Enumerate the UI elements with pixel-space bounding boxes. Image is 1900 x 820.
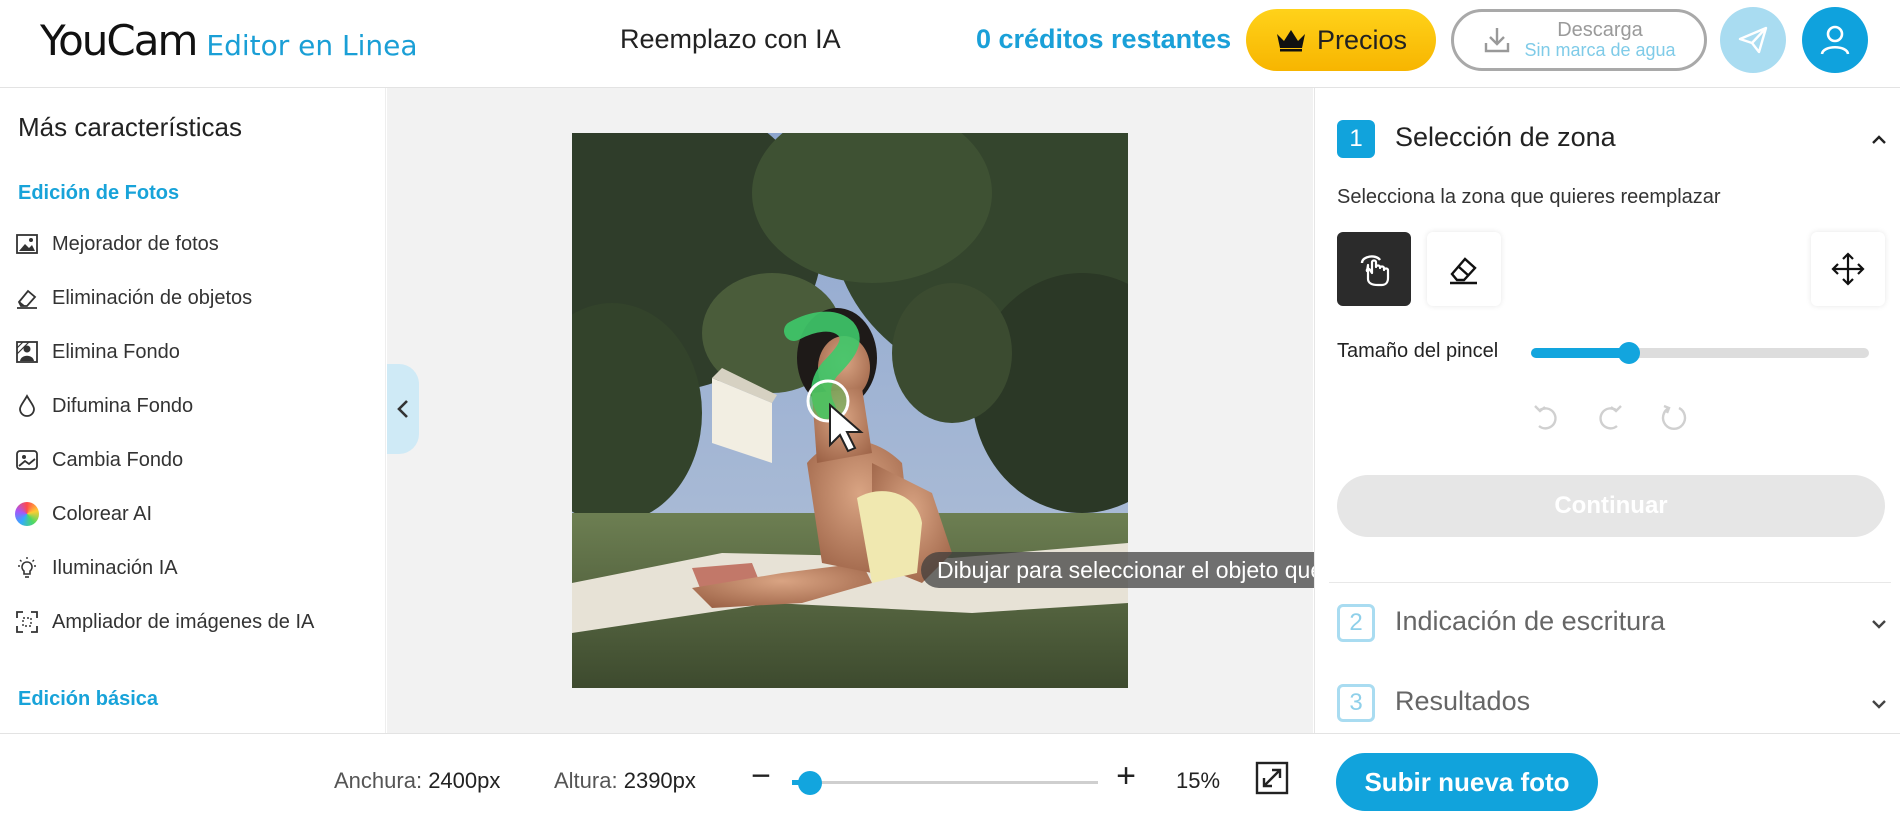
crown-icon [1276,30,1305,52]
share-button[interactable] [1720,7,1786,73]
step-1-title[interactable]: Selección de zona [1395,122,1616,153]
step-3-title[interactable]: Resultados [1395,686,1530,717]
sidebar-item-label: Mejorador de fotos [52,232,219,255]
width-value: 2400px [428,768,501,793]
sidebar-item-colorize-ai[interactable]: Colorear AI [14,494,374,534]
zoom-handle[interactable] [798,771,823,795]
chevron-down-icon[interactable] [1869,694,1889,714]
chevron-up-icon[interactable] [1869,130,1889,150]
features-sidebar: Más características Edición de Fotos Mej… [0,88,386,733]
step-1-subtitle: Selecciona la zona que quieres reemplaza… [1337,186,1721,208]
section-basic-editing: Edición básica [18,688,159,710]
expand-icon [1255,761,1289,795]
move-tool-button[interactable] [1811,232,1885,306]
upload-new-photo-button[interactable]: Subir nueva foto [1336,753,1598,811]
sidebar-item-ai-upscaler[interactable]: Ampliador de imágenes de IA [14,602,374,642]
sidebar-item-blur-background[interactable]: Difumina Fondo [14,386,374,426]
sidebar-heading: Más características [18,112,242,142]
step-2-title[interactable]: Indicación de escritura [1395,606,1665,637]
width-label: Anchura: [334,768,423,793]
sidebar-item-change-background[interactable]: Cambia Fondo [14,440,374,480]
sidebar-item-label: Ampliador de imágenes de IA [52,610,315,633]
sidebar-item-label: Iluminación IA [52,556,178,579]
sidebar-item-remove-background[interactable]: Elimina Fondo [14,332,374,372]
sidebar-item-object-removal[interactable]: Eliminación de objetos [14,278,374,318]
undo-button[interactable] [1529,400,1563,434]
editor-canvas: Dibujar para seleccionar el objeto que d… [387,88,1494,733]
pricing-label: Precios [1316,24,1408,55]
sidebar-item-label: Eliminación de objetos [52,286,253,309]
sidebar-item-label: Elimina Fondo [52,340,180,363]
brush-size-label: Tamaño del pincel [1337,340,1499,362]
zoom-slider[interactable] [792,771,1098,795]
photo-image [572,133,1128,688]
blur-drop-icon [14,393,40,419]
brush-size-handle[interactable] [1618,342,1641,364]
undo-icon [1534,405,1557,430]
user-icon [1820,25,1850,55]
sidebar-item-label: Cambia Fondo [52,448,184,471]
pricing-button[interactable]: Precios [1246,9,1436,71]
download-label: Descarga [1557,19,1643,42]
paper-plane-icon [1738,26,1768,54]
photo-enhance-icon [14,231,40,257]
download-button[interactable]: Descarga Sin marca de agua [1451,9,1707,71]
brush-size-fill [1531,348,1630,358]
change-background-icon [14,447,40,473]
brush-hand-icon [1360,255,1390,287]
replace-panel: 1 Selección de zona Selecciona la zona q… [1314,88,1900,733]
zoom-out-button[interactable]: − [744,756,778,796]
height-label: Altura: [554,768,618,793]
remove-background-icon [14,339,40,365]
download-text: Descarga Sin marca de agua [1524,20,1675,60]
panel-divider [1329,582,1891,583]
step-3-number: 3 [1337,684,1375,722]
download-sublabel: Sin marca de agua [1524,40,1676,61]
sidebar-item-ai-lighting[interactable]: Iluminación IA [14,548,374,588]
logo-subtitle: Editor en Linea [206,29,418,62]
top-header: YouCam Editor en Linea Reemplazo con IA … [0,0,1900,88]
brush-tool-button[interactable] [1337,232,1411,306]
zoom-in-button[interactable]: + [1109,756,1143,796]
photo-canvas[interactable] [572,133,1128,688]
eraser-tool-button[interactable] [1427,232,1501,306]
image-width: Anchura: 2400px [334,768,500,794]
move-arrows-icon [1831,252,1865,286]
step-1-number: 1 [1337,120,1375,158]
redo-button[interactable] [1593,400,1627,434]
zoom-percentage: 15% [1176,768,1221,793]
sidebar-item-label: Difumina Fondo [52,394,194,417]
credits-remaining[interactable]: 0 créditos restantes [976,24,1231,55]
eraser-icon [1450,257,1477,285]
eraser-icon [14,285,40,311]
chevron-left-icon [397,400,408,418]
image-height: Altura: 2390px [554,768,696,794]
collapse-sidebar-button[interactable] [387,364,419,454]
color-wheel-icon [14,501,40,527]
account-button[interactable] [1802,7,1868,73]
logo-wordmark: YouCam [40,16,198,65]
reset-icon [1661,404,1687,430]
page-title: Reemplazo con IA [620,24,841,54]
brush-size-slider[interactable] [1531,342,1869,364]
app-logo[interactable]: YouCam Editor en Linea [40,16,418,65]
height-value: 2390px [623,768,696,793]
fit-screen-button[interactable] [1254,760,1290,796]
chevron-down-icon[interactable] [1869,614,1889,634]
reset-button[interactable] [1657,400,1691,434]
bottom-toolbar: Anchura: 2400px Altura: 2390px − + 15% S… [0,733,1900,820]
sidebar-item-label: Colorear AI [52,502,153,525]
sidebar-item-photo-enhancer[interactable]: Mejorador de fotos [14,224,374,264]
lightbulb-icon [14,555,40,581]
upscale-icon [14,609,40,635]
step-2-number: 2 [1337,604,1375,642]
section-photo-editing: Edición de Fotos [18,182,180,204]
continue-button[interactable]: Continuar [1337,475,1885,537]
download-icon [1485,28,1510,53]
redo-icon [1599,405,1622,430]
